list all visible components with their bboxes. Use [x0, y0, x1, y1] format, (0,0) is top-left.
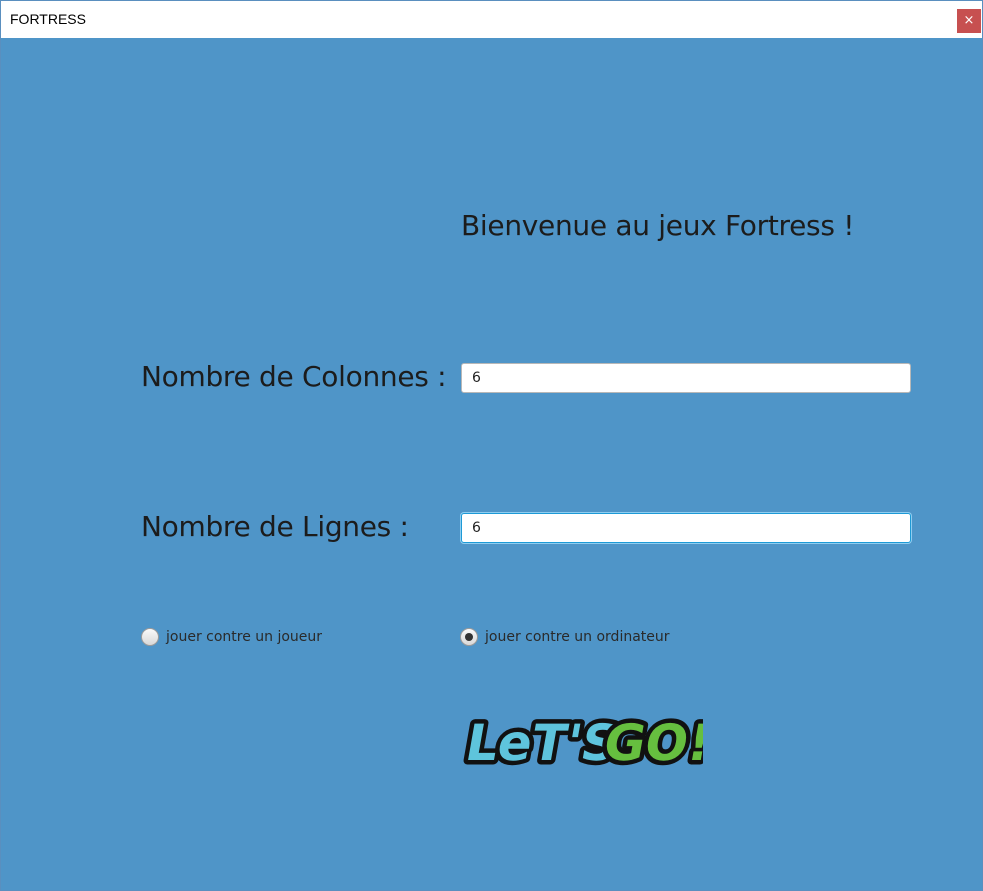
rows-label: Nombre de Lignes :: [141, 510, 409, 543]
welcome-heading: Bienvenue au jeux Fortress !: [461, 209, 855, 242]
close-icon: ×: [963, 13, 975, 28]
main-panel: Bienvenue au jeux Fortress ! Nombre de C…: [1, 38, 982, 890]
radio-vs-player[interactable]: jouer contre un joueur: [141, 628, 322, 646]
radio-button-vs-player[interactable]: [141, 628, 159, 646]
lets-go-text-part1: LeT'S: [461, 713, 622, 770]
app-window: FORTRESS × Bienvenue au jeux Fortress ! …: [0, 0, 983, 891]
lets-go-button[interactable]: LeT'S LeT'S GO! GO!: [461, 706, 703, 770]
columns-label: Nombre de Colonnes :: [141, 360, 447, 393]
rows-input[interactable]: [461, 513, 911, 543]
window-title: FORTRESS: [10, 11, 86, 27]
lets-go-logo: LeT'S LeT'S GO! GO!: [461, 709, 703, 770]
lets-go-text-part2: GO!: [599, 713, 703, 770]
close-button[interactable]: ×: [957, 9, 981, 33]
radio-label-vs-player: jouer contre un joueur: [166, 629, 323, 645]
radio-vs-computer[interactable]: jouer contre un ordinateur: [460, 628, 670, 646]
columns-input[interactable]: [461, 363, 911, 393]
radio-label-vs-computer: jouer contre un ordinateur: [485, 629, 670, 645]
radio-button-vs-computer[interactable]: [460, 628, 478, 646]
title-bar[interactable]: FORTRESS ×: [1, 1, 982, 37]
